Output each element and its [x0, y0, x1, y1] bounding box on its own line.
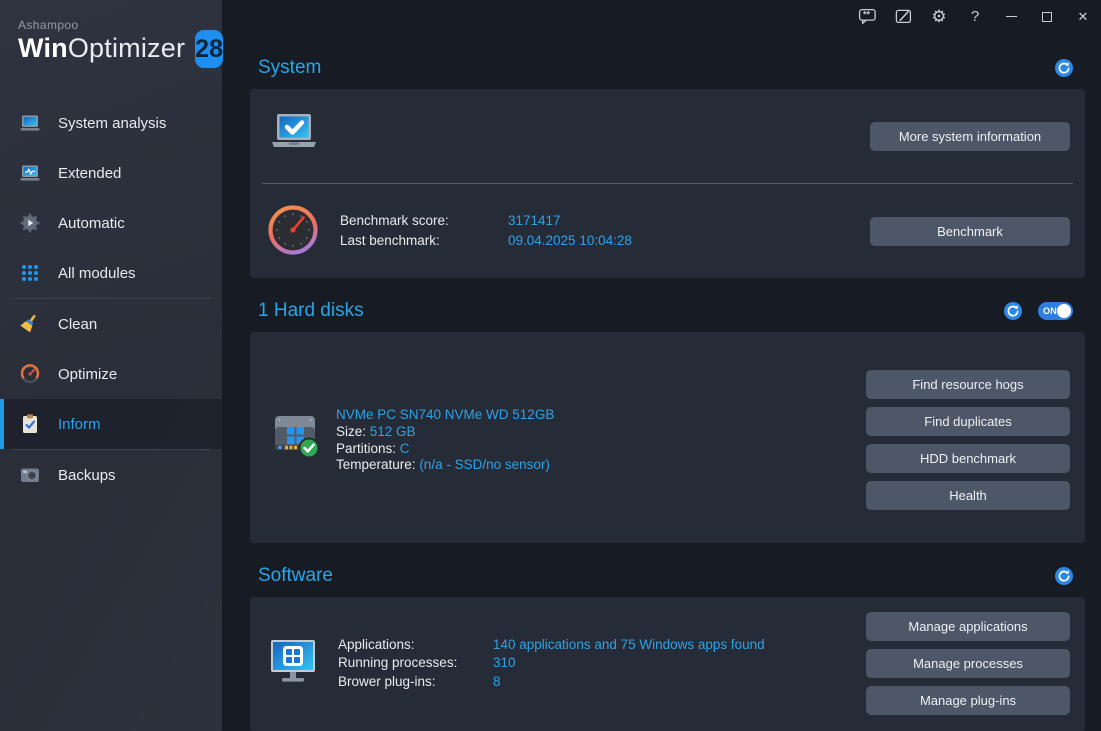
sidebar-item-label: Optimize: [58, 366, 117, 383]
laptop-check-icon: [268, 110, 320, 162]
software-card: Applications: 140 applications and 75 Wi…: [250, 597, 1085, 731]
sidebar-item-label: System analysis: [58, 115, 166, 132]
system-section-header: System: [258, 55, 1085, 81]
disk-partitions-label: Partitions:: [336, 441, 396, 456]
benchmark-gauge-icon: [268, 205, 320, 257]
sidebar-item-label: Clean: [58, 316, 97, 333]
refresh-icon[interactable]: [1055, 567, 1073, 585]
applications-value: 140 applications and 75 Windows apps fou…: [493, 636, 765, 655]
sidebar-menu: System analysis Extended Automatic All m…: [0, 98, 222, 500]
clipboard-check-icon: [18, 412, 42, 436]
notes-icon[interactable]: [885, 0, 921, 33]
plugins-value: 8: [493, 673, 501, 692]
sidebar-item-label: Extended: [58, 165, 121, 182]
section-title-system: System: [258, 57, 321, 79]
version-badge: 28: [195, 30, 223, 68]
benchmark-score-value: 3171417: [508, 211, 561, 231]
disk-size-label: Size:: [336, 424, 366, 439]
benchmark-fields: Benchmark score: 3171417 Last benchmark:…: [340, 211, 632, 251]
harddisks-section-header: 1 Hard disks ON: [258, 298, 1085, 324]
monitor-pulse-icon: [18, 161, 42, 185]
gear-play-icon: [18, 211, 42, 235]
system-card: More system information Benchmark score:…: [250, 89, 1085, 278]
harddisk-info: NVMe PC SN740 NVMe WD 512GB Size: 512 GB…: [268, 407, 554, 474]
backup-camera-icon: [18, 463, 42, 487]
refresh-icon[interactable]: [1055, 59, 1073, 77]
last-benchmark-value: 09.04.2025 10:04:28: [508, 231, 632, 251]
sidebar-item-system-analysis[interactable]: System analysis: [0, 98, 222, 148]
brand-name: Ashampoo: [18, 18, 185, 32]
minimize-icon[interactable]: [993, 0, 1029, 33]
sidebar-item-backups[interactable]: Backups: [0, 450, 222, 500]
harddisks-toggle[interactable]: ON: [1038, 302, 1073, 320]
toggle-knob: [1057, 304, 1071, 318]
more-system-information-button[interactable]: More system information: [870, 122, 1070, 151]
titlebar: ** ⚙ ? ✕: [222, 0, 1101, 33]
feedback-icon[interactable]: **: [849, 0, 885, 33]
find-resource-hogs-button[interactable]: Find resource hogs: [866, 370, 1070, 399]
applications-label: Applications:: [338, 636, 493, 655]
benchmark-row: Benchmark score: 3171417 Last benchmark:…: [250, 184, 1085, 278]
sidebar-item-inform[interactable]: Inform: [0, 399, 222, 449]
speedometer-icon: [18, 362, 42, 386]
disk-partitions-value: C: [400, 441, 410, 456]
disk-size-value: 512 GB: [370, 424, 416, 439]
disk-temperature-label: Temperature:: [336, 457, 416, 472]
benchmark-score-label: Benchmark score:: [340, 211, 508, 231]
sidebar-item-extended[interactable]: Extended: [0, 148, 222, 198]
sidebar-item-label: Automatic: [58, 215, 125, 232]
sidebar-item-label: Inform: [58, 416, 101, 433]
processes-value: 310: [493, 654, 516, 673]
manage-plugins-button[interactable]: Manage plug-ins: [866, 686, 1070, 715]
main-area: ** ⚙ ? ✕ System: [222, 0, 1101, 731]
sidebar-item-all-modules[interactable]: All modules: [0, 248, 222, 298]
section-title-software: Software: [258, 565, 333, 587]
software-buttons: Manage applications Manage processes Man…: [866, 612, 1070, 715]
system-info-row: More system information: [250, 89, 1085, 183]
hdd-benchmark-button[interactable]: HDD benchmark: [866, 444, 1070, 473]
manage-applications-button[interactable]: Manage applications: [866, 612, 1070, 641]
refresh-icon[interactable]: [1004, 302, 1022, 320]
help-icon[interactable]: ?: [957, 0, 993, 33]
find-duplicates-button[interactable]: Find duplicates: [866, 407, 1070, 436]
svg-text:**: **: [863, 10, 871, 20]
software-section-header: Software: [258, 563, 1085, 589]
sidebar-item-automatic[interactable]: Automatic: [0, 198, 222, 248]
benchmark-button[interactable]: Benchmark: [870, 217, 1070, 246]
maximize-icon[interactable]: [1029, 0, 1065, 33]
sidebar-item-optimize[interactable]: Optimize: [0, 349, 222, 399]
modules-grid-icon: [18, 261, 42, 285]
sidebar-item-label: Backups: [58, 467, 116, 484]
software-info: Applications: 140 applications and 75 Wi…: [268, 636, 765, 692]
sidebar-item-clean[interactable]: Clean: [0, 299, 222, 349]
content: System More system information: [222, 33, 1101, 731]
sidebar: Ashampoo WinOptimizer 28 System analysis…: [0, 0, 222, 731]
settings-gear-icon[interactable]: ⚙: [921, 0, 957, 33]
apps-monitor-icon: [268, 637, 318, 690]
app-logo: Ashampoo WinOptimizer 28: [0, 0, 222, 84]
harddisk-buttons: Find resource hogs Find duplicates HDD b…: [866, 370, 1070, 510]
harddisk-check-icon: [268, 407, 320, 459]
health-button[interactable]: Health: [866, 481, 1070, 510]
plugins-label: Brower plug-ins:: [338, 673, 493, 692]
disk-temperature-value: (n/a - SSD/no sensor): [419, 457, 550, 472]
laptop-icon: [18, 111, 42, 135]
disk-name: NVMe PC SN740 NVMe WD 512GB: [336, 407, 554, 424]
app-window: Ashampoo WinOptimizer 28 System analysis…: [0, 0, 1101, 731]
sidebar-item-label: All modules: [58, 265, 136, 282]
broom-icon: [18, 312, 42, 336]
processes-label: Running processes:: [338, 654, 493, 673]
harddisk-card: NVMe PC SN740 NVMe WD 512GB Size: 512 GB…: [250, 332, 1085, 543]
toggle-on-label: ON: [1043, 306, 1057, 316]
manage-processes-button[interactable]: Manage processes: [866, 649, 1070, 678]
last-benchmark-label: Last benchmark:: [340, 231, 508, 251]
product-name: WinOptimizer: [18, 33, 185, 63]
close-icon[interactable]: ✕: [1065, 0, 1101, 33]
section-title-harddisks: 1 Hard disks: [258, 300, 364, 322]
